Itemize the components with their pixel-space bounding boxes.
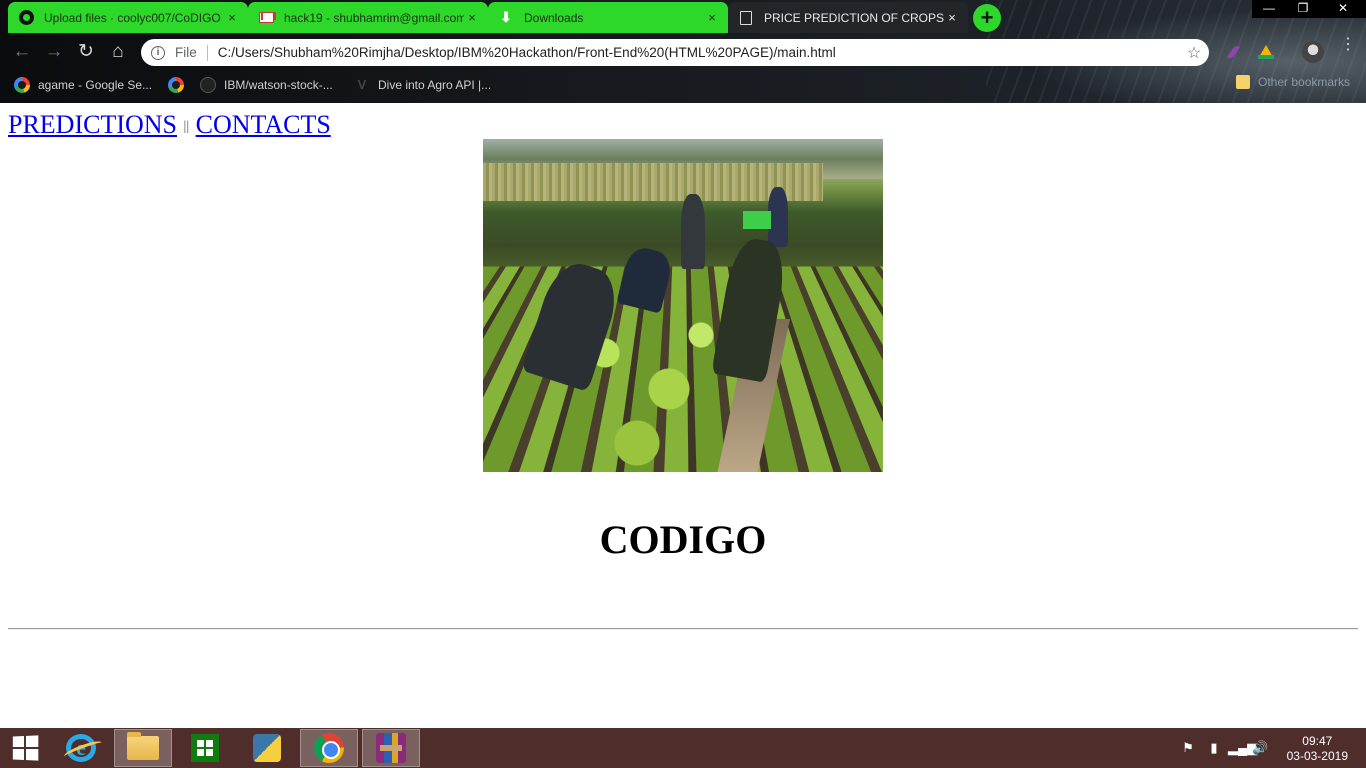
file-explorer-icon [127,732,159,760]
bookmarks-bar: agame - Google Se... IBM/watson-stock-..… [0,70,1366,99]
address-bar[interactable]: i File C:/Users/Shubham%20Rimjha/Desktop… [141,39,1209,66]
system-tray: ⚑ ▮ ▂▄▆ 🔊 09:47 03-03-2019 [1176,728,1366,768]
gmail-icon [258,10,274,26]
tab-title: Downloads [524,10,584,25]
store-icon [191,734,219,762]
minimize-button[interactable]: — [1252,0,1286,18]
tab-downloads[interactable]: ⬇ Downloads × [488,2,728,33]
other-bookmarks[interactable]: Other bookmarks [1226,75,1350,89]
tab-gmail[interactable]: hack19 - shubhamrim@gmail.com × [248,2,488,33]
python-icon [253,734,281,762]
browser-toolbar: ← → ↻ ⌂ i File C:/Users/Shubham%20Rimjha… [0,34,1366,70]
clock[interactable]: 09:47 03-03-2019 [1287,734,1348,764]
address-url[interactable]: C:/Users/Shubham%20Rimjha/Desktop/IBM%20… [218,45,1179,60]
tab-github-upload[interactable]: Upload files · coolyc007/CoDIGO × [8,2,248,33]
taskbar-file-explorer[interactable] [114,729,172,767]
tab-strip: Upload files · coolyc007/CoDIGO × hack19… [0,0,1366,34]
profile-avatar[interactable] [1302,41,1324,63]
back-button[interactable]: ← [9,39,35,65]
nav-link-contacts[interactable]: CONTACTS [196,110,331,139]
internet-explorer-icon: e [66,734,96,762]
taskbar-winrar[interactable] [362,729,420,767]
bookmark-agro-api[interactable]: V Dive into Agro API |... [354,75,492,95]
window-controls: — ❐ ✕ [1252,0,1366,18]
hero-image [483,139,883,472]
nav-link-predictions[interactable]: PREDICTIONS [8,110,177,139]
tab-title: PRICE PREDICTION OF CROPS [764,10,944,25]
github-icon [18,10,34,26]
tab-title: hack19 - shubhamrim@gmail.com [284,10,464,25]
download-icon: ⬇ [500,9,512,25]
vue-icon: V [357,77,367,92]
browser-chrome: Upload files · coolyc007/CoDIGO × hack19… [0,0,1366,103]
tab-close-icon[interactable]: × [224,10,240,26]
chrome-icon [314,733,344,763]
windows-taskbar: e ⚑ ▮ ▂▄▆ 🔊 09:47 03-03-2019 [0,728,1366,768]
taskbar-chrome[interactable] [300,729,358,767]
page-content: PREDICTIONS || CONTACTS CODIGO [0,103,1366,728]
address-scheme-label: File [175,45,197,60]
google-icon [14,77,30,93]
bookmark-label: agame - Google Se... [38,78,153,92]
google-drive-extension-icon[interactable] [1256,42,1276,62]
reload-button[interactable]: ↻ [73,39,99,65]
clock-date: 03-03-2019 [1286,749,1348,763]
start-icon [12,735,39,761]
nav-separator: || [183,119,190,135]
home-button[interactable]: ⌂ [105,39,131,65]
browser-menu-icon[interactable]: ⋮ [1340,37,1356,62]
google-icon [168,77,184,93]
battery-icon[interactable]: ▮ [1206,740,1222,756]
horizontal-divider [8,628,1358,630]
site-nav: PREDICTIONS || CONTACTS [8,110,331,140]
flag-icon[interactable]: ⚑ [1180,740,1196,756]
bookmark-google[interactable] [168,75,192,95]
close-window-button[interactable]: ✕ [1320,0,1366,18]
tab-close-icon[interactable]: × [944,10,960,26]
bookmark-agame[interactable]: agame - Google Se... [14,75,152,95]
restore-button[interactable]: ❐ [1286,0,1320,18]
bookmark-label: IBM/watson-stock-... [224,78,333,92]
forward-button[interactable]: → [41,39,67,65]
start-button[interactable] [0,729,50,767]
github-icon [200,77,216,93]
bookmark-label: Dive into Agro API |... [378,78,492,92]
signal-icon[interactable]: ▂▄▆ [1228,740,1257,756]
new-tab-button[interactable]: + [973,4,1001,32]
site-info-icon[interactable]: i [151,45,165,60]
page-title: CODIGO [599,517,767,562]
tab-close-icon[interactable]: × [464,10,480,26]
taskbar-internet-explorer[interactable]: e [52,729,110,767]
folder-icon [1236,75,1250,89]
tab-title: Upload files · coolyc007/CoDIGO [44,10,221,25]
clock-time: 09:47 [1302,734,1333,748]
feather-extension-icon[interactable] [1225,42,1245,62]
taskbar-store[interactable] [176,729,234,767]
taskbar-python[interactable] [238,729,296,767]
bookmark-ibm-watson[interactable]: IBM/watson-stock-... [200,75,333,95]
winrar-icon [376,733,406,763]
tab-close-icon[interactable]: × [704,10,720,26]
other-bookmarks-label: Other bookmarks [1258,75,1351,89]
document-icon [738,10,754,26]
address-separator [206,44,208,61]
volume-icon[interactable]: 🔊 [1252,740,1268,756]
tab-price-prediction[interactable]: PRICE PREDICTION OF CROPS × [728,2,968,33]
bookmark-star-icon[interactable]: ☆ [1179,43,1209,63]
